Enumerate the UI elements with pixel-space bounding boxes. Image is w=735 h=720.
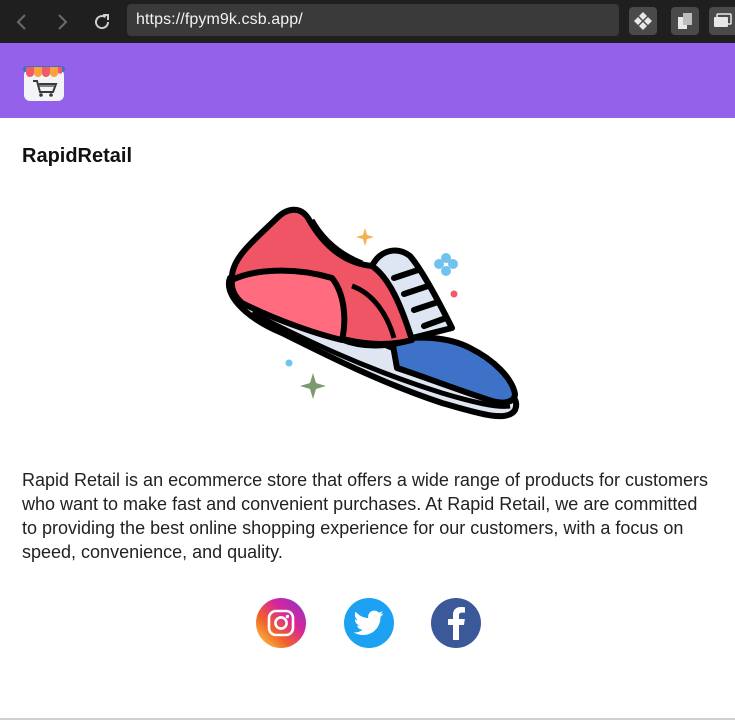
puzzle-icon xyxy=(634,12,652,30)
copy-icon xyxy=(678,13,692,29)
reload-button[interactable] xyxy=(89,9,115,35)
twitter-icon xyxy=(354,610,384,635)
app-header xyxy=(0,43,735,118)
chevron-left-icon xyxy=(16,14,26,30)
facebook-icon xyxy=(448,607,465,640)
chevron-right-icon xyxy=(58,14,68,30)
page-title: RapidRetail xyxy=(22,145,133,167)
twitter-link[interactable] xyxy=(344,598,394,648)
extension-button[interactable] xyxy=(629,7,657,35)
facebook-link[interactable] xyxy=(431,598,481,648)
store-cart-icon[interactable] xyxy=(22,59,66,103)
instagram-link[interactable] xyxy=(256,598,306,648)
instagram-icon xyxy=(267,609,295,637)
store-description: Rapid Retail is an ecommerce store that … xyxy=(22,470,708,562)
windows-button[interactable] xyxy=(709,7,735,35)
reload-icon xyxy=(95,14,110,30)
sneaker-illustration xyxy=(225,206,520,420)
address-bar[interactable]: https://fpym9k.csb.app/ xyxy=(127,4,619,36)
browser-toolbar: https://fpym9k.csb.app/ xyxy=(0,0,735,43)
back-button[interactable] xyxy=(9,9,35,35)
copy-button[interactable] xyxy=(671,7,699,35)
forward-button[interactable] xyxy=(49,9,75,35)
windows-icon xyxy=(714,13,732,27)
